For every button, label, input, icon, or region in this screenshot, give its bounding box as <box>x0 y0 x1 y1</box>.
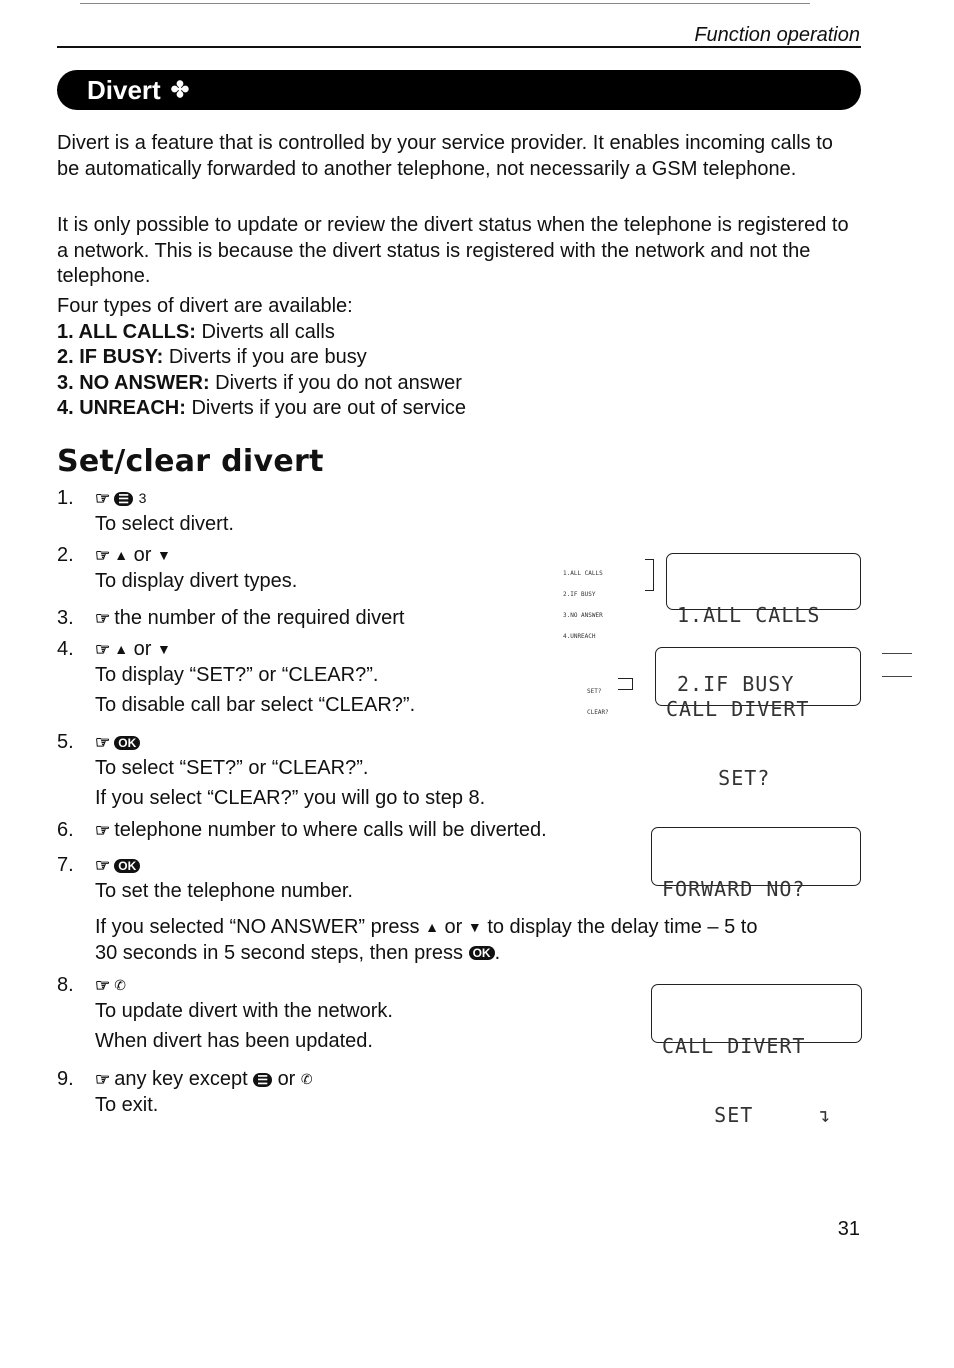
mini-display-set: SET? CLEAR? <box>587 688 609 716</box>
list-item: 4. UNREACH: Diverts if you are out of se… <box>57 397 467 419</box>
lcd-display-forward: FORWARD NO? <box>651 827 861 901</box>
page-title-banner: Divert ✤ <box>57 70 861 110</box>
send-key-icon: ✆ <box>114 977 126 993</box>
divert-types-list: Four types of divert are available: 1. A… <box>57 294 466 422</box>
press-hand-icon: ☞ <box>95 640 111 660</box>
intro-paragraph-2: It is only possible to update or review … <box>57 214 849 287</box>
types-intro: Four types of divert are available: <box>57 295 353 317</box>
lcd-display-set: CALL DIVERT SET? <box>655 647 861 790</box>
ok-key-icon: OK <box>468 946 495 961</box>
press-hand-icon: ☞ <box>95 856 111 875</box>
ok-key-icon: OK <box>114 858 141 873</box>
scroll-up-icon: ▲ <box>114 641 129 657</box>
press-hand-icon: ☞ <box>95 546 111 566</box>
page-title: Divert <box>87 74 161 105</box>
margin-mark <box>882 676 912 677</box>
top-scan-line <box>80 3 810 4</box>
bracket-line <box>645 559 654 591</box>
lcd-display-done: CALL DIVERT SET ↴ <box>651 984 862 1127</box>
press-hand-icon: ☞ <box>95 733 111 752</box>
send-key-icon: ✆ <box>300 1071 313 1087</box>
margin-mark <box>882 653 912 654</box>
section-title: Set/clear divert <box>57 444 324 479</box>
menu-key-icon: ☰ <box>253 1072 272 1087</box>
press-hand-icon: ☞ <box>95 489 111 509</box>
press-hand-icon: ☞ <box>95 821 111 840</box>
list-item: 1. ALL CALLS: Diverts all calls <box>57 320 335 343</box>
key-3-icon: 3 <box>138 490 147 506</box>
section-header: Function operation <box>694 24 860 46</box>
lcd-display-types: 1.ALL CALLS 2.IF BUSY <box>666 553 861 696</box>
list-item: 3. NO ANSWER: Diverts if you do not answ… <box>57 371 462 394</box>
list-item: 2. IF BUSY: Diverts if you are busy <box>57 346 367 368</box>
page-number: 31 <box>837 1218 860 1240</box>
menu-key-icon: ☰ <box>114 491 134 506</box>
scroll-down-icon: ▼ <box>467 919 482 935</box>
header-rule <box>57 46 861 48</box>
press-hand-icon: ☞ <box>95 609 111 628</box>
scroll-down-icon: ▼ <box>157 641 171 657</box>
scroll-up-icon: ▲ <box>114 547 129 563</box>
press-hand-icon: ☞ <box>95 976 111 996</box>
press-hand-icon: ☞ <box>95 1070 111 1090</box>
scroll-down-icon: ▼ <box>157 547 171 563</box>
mini-display-types: 1.ALL CALLS 2.IF BUSY 3.NO ANSWER 4.UNRE… <box>563 570 603 640</box>
scroll-up-icon: ▲ <box>425 919 439 935</box>
divert-icon: ✤ <box>170 77 190 102</box>
intro-paragraph-1: Divert is a feature that is controlled b… <box>57 132 833 180</box>
ok-key-icon: OK <box>114 735 141 750</box>
bracket-line <box>618 678 633 690</box>
